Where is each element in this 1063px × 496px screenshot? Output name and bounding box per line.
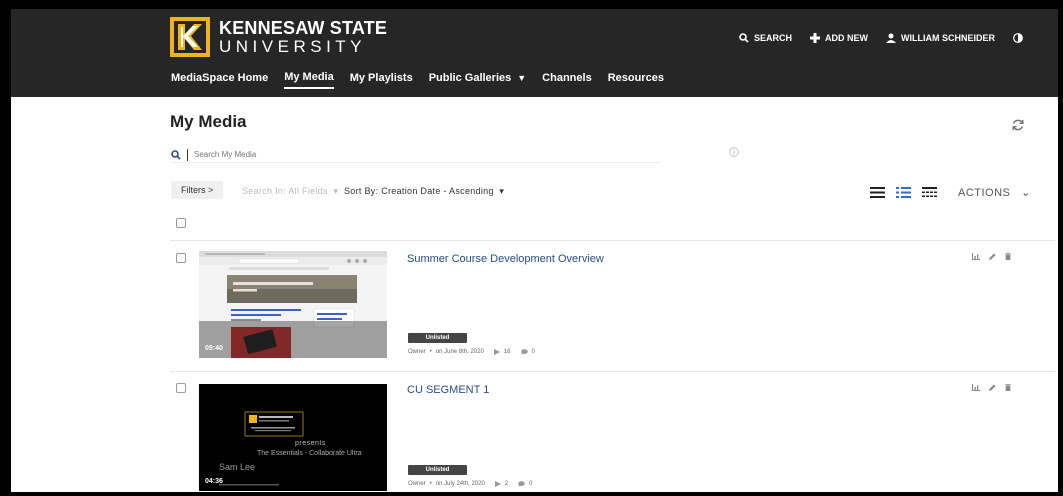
analytics-icon[interactable]	[972, 253, 980, 260]
add-new-button[interactable]: ADD NEW	[810, 33, 868, 43]
nav-resources[interactable]: Resources	[608, 71, 664, 89]
chevron-down-icon: ▾	[330, 186, 339, 196]
entry-plays: 2	[504, 481, 509, 487]
list-divider	[170, 371, 1055, 372]
entry-comments: 0	[531, 349, 535, 355]
entry-owner: Owner	[408, 481, 426, 487]
status-badge: Unlisted	[408, 465, 467, 475]
play-count-icon	[494, 481, 501, 487]
thumb-subtitle-text: The Essentials - Collaborate Ultra	[257, 450, 362, 457]
contrast-icon	[1013, 33, 1023, 43]
user-icon	[886, 33, 896, 43]
view-mode-switcher	[870, 187, 937, 198]
entry-row-actions	[972, 384, 1011, 391]
edit-pencil-icon[interactable]	[989, 384, 996, 391]
entry-checkbox[interactable]	[176, 253, 186, 263]
list-view-icon[interactable]	[870, 187, 885, 198]
caret-down-icon: ▼	[517, 73, 527, 83]
comment-icon	[518, 481, 525, 487]
add-new-label: ADD NEW	[825, 33, 868, 43]
thumb-presenter-text: Sam Lee	[219, 462, 256, 472]
nav-public-galleries-label: Public Galleries	[428, 72, 512, 84]
list-divider	[170, 240, 1055, 241]
actions-label: ACTIONS	[958, 187, 1011, 199]
ksu-emblem-icon	[170, 17, 210, 57]
detailed-view-icon[interactable]	[896, 187, 911, 198]
video-thumbnail-image	[199, 384, 387, 491]
header-actions: SEARCH ADD NEW WILLIAM SCHNEIDER	[721, 33, 1028, 43]
search-icon	[171, 149, 181, 160]
nav-channels[interactable]: Channels	[542, 71, 592, 89]
entry-date: on June 8th, 2020	[435, 349, 484, 355]
sort-by-dropdown[interactable]: Sort By: Creation Date - Ascending ▾	[344, 186, 504, 197]
entry-title-link[interactable]: Summer Course Development Overview	[407, 253, 604, 265]
entry-date: on July 24th, 2020	[435, 481, 485, 487]
ksu-logo[interactable]: KENNESAW STATE UNIVERSITY	[169, 14, 387, 60]
video-duration: 04:36	[205, 478, 223, 485]
entry-owner: Owner	[408, 349, 426, 355]
user-name: WILLIAM SCHNEIDER	[901, 33, 995, 43]
page-frame: KENNESAW STATE UNIVERSITY MediaSpace Hom…	[11, 9, 1058, 492]
chevron-down-icon: ▾	[496, 186, 505, 196]
entry-checkbox[interactable]	[176, 383, 186, 393]
main-nav: MediaSpace Home My Media My Playlists Pu…	[171, 71, 680, 89]
entry-plays: 16	[503, 349, 511, 355]
entry-comments: 0	[529, 481, 533, 487]
chevron-down-icon: ⌄	[1013, 187, 1031, 199]
meta-separator-icon: •	[429, 349, 432, 355]
refresh-icon[interactable]	[1011, 118, 1025, 132]
page-title: My Media	[170, 112, 247, 131]
my-media-search	[171, 147, 661, 163]
play-count-icon	[493, 349, 500, 355]
entry-meta: Owner • on June 8th, 2020 16 0	[408, 349, 535, 355]
entry-meta: Owner • on July 24th, 2020 2 0	[408, 481, 533, 487]
actions-dropdown[interactable]: ACTIONS ⌄	[958, 186, 1031, 199]
sort-by-label: Sort By: Creation Date - Ascending	[344, 186, 494, 196]
header-search-button[interactable]: SEARCH	[739, 33, 792, 43]
delete-trash-icon[interactable]	[1005, 384, 1011, 391]
user-menu-button[interactable]: WILLIAM SCHNEIDER	[886, 33, 995, 43]
site-header: KENNESAW STATE UNIVERSITY MediaSpace Hom…	[11, 9, 1058, 97]
entry-title-link[interactable]: CU SEGMENT 1	[407, 384, 489, 396]
search-cursor-divider	[187, 148, 188, 161]
nav-mediaspace-home[interactable]: MediaSpace Home	[171, 71, 268, 89]
search-icon	[739, 33, 749, 43]
thumb-presents-text: presents	[295, 440, 326, 447]
entry-thumbnail[interactable]: 09:40	[199, 251, 387, 358]
info-icon[interactable]	[729, 147, 739, 157]
table-view-icon[interactable]	[922, 187, 937, 198]
video-duration: 09:40	[205, 345, 223, 352]
comment-icon	[520, 349, 528, 355]
entry-row-actions	[972, 253, 1011, 260]
search-in-dropdown[interactable]: Search In: All Fields ▾	[242, 186, 338, 197]
select-all-checkbox[interactable]	[176, 218, 186, 228]
nav-public-galleries[interactable]: Public Galleries ▼	[429, 71, 526, 89]
meta-separator-icon: •	[429, 481, 432, 487]
logo-line1: KENNESAW STATE	[219, 18, 388, 38]
filters-button[interactable]: Filters >	[171, 181, 224, 199]
status-badge: Unlisted	[408, 333, 467, 343]
logo-line2: UNIVERSITY	[219, 37, 367, 56]
edit-pencil-icon[interactable]	[989, 253, 996, 260]
header-search-label: SEARCH	[753, 33, 792, 43]
delete-trash-icon[interactable]	[1005, 253, 1011, 260]
search-in-label: Search In: All Fields	[242, 186, 328, 196]
search-input[interactable]	[194, 150, 594, 159]
plus-icon	[810, 33, 820, 43]
video-thumbnail-image	[199, 251, 387, 358]
analytics-icon[interactable]	[972, 384, 980, 391]
contrast-toggle[interactable]	[1013, 33, 1028, 43]
entry-thumbnail[interactable]: presents The Essentials - Collaborate Ul…	[199, 384, 387, 491]
nav-my-playlists[interactable]: My Playlists	[350, 71, 413, 89]
nav-my-media[interactable]: My Media	[284, 71, 334, 89]
